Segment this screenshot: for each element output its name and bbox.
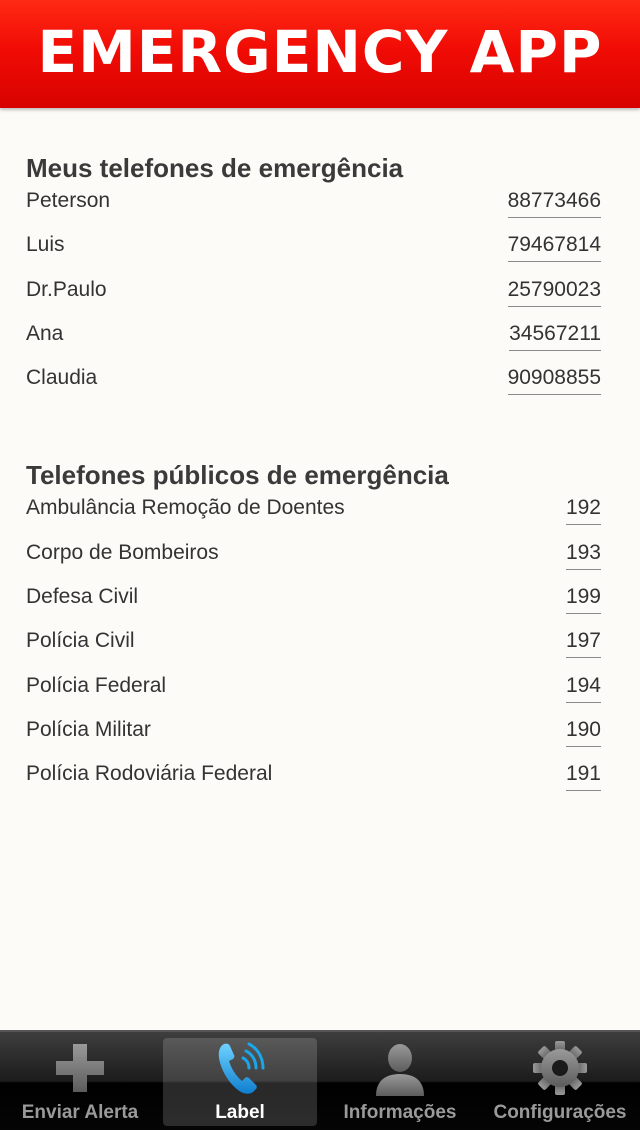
tab-label: Enviar Alerta (21, 1102, 139, 1123)
contact-number-link[interactable]: 88773466 (507, 186, 601, 218)
contact-name: Dr.Paulo (26, 277, 107, 301)
tab-bar: Enviar Alerta Label Informações Configur… (0, 1030, 640, 1130)
contact-name: Claudia (26, 366, 98, 390)
phone-lists: Meus telefones de emergência Peterson 88… (26, 150, 601, 804)
service-name: Polícia Federal (26, 673, 167, 697)
service-name: Polícia Militar (26, 717, 151, 741)
public-phones-title: Telefones públicos de emergência (26, 460, 449, 491)
tab-configuracoes[interactable]: Configurações (480, 1032, 640, 1130)
contact-name: Peterson (26, 189, 111, 212)
contact-row: Ana 34567211 (26, 319, 601, 363)
service-name: Polícia Civil (26, 629, 135, 653)
contact-row: Dr.Paulo 25790023 (26, 275, 601, 319)
contact-row: Peterson 88773466 (26, 186, 601, 230)
person-icon (370, 1038, 430, 1098)
public-service-row: Defesa Civil 199 (26, 582, 601, 626)
public-phones-list: Ambulância Remoção de Doentes 192 Corpo … (26, 493, 601, 803)
public-service-row: Polícia Civil 197 (26, 626, 601, 670)
service-name: Defesa Civil (26, 585, 139, 609)
phone-icon (210, 1038, 270, 1098)
contact-number-link[interactable]: 90908855 (507, 363, 601, 396)
tab-enviar-alerta[interactable]: Enviar Alerta (0, 1032, 160, 1130)
my-phones-list: Peterson 88773466 Luis 79467814 Dr.Paulo… (26, 186, 601, 407)
contact-name: Ana (26, 321, 64, 345)
public-service-row: Corpo de Bombeiros 193 (26, 538, 601, 582)
tab-label: Configurações (493, 1102, 627, 1123)
service-number-link[interactable]: 199 (565, 582, 601, 615)
service-name: Polícia Rodoviária Federal (26, 762, 273, 786)
tab-label: Informações (343, 1102, 457, 1123)
service-number-link[interactable]: 194 (565, 671, 601, 703)
tab-label-phone[interactable]: Label (160, 1032, 320, 1130)
app-title: EMERGENCY APP (37, 18, 603, 86)
tab-label: Label (215, 1102, 265, 1123)
plus-icon (50, 1038, 110, 1098)
contact-number-link[interactable]: 34567211 (509, 319, 601, 351)
my-phones-title: Meus telefones de emergência (26, 153, 404, 183)
public-service-row: Ambulância Remoção de Doentes 192 (26, 493, 601, 537)
public-service-row: Polícia Rodoviária Federal 191 (26, 759, 601, 803)
contact-number-link[interactable]: 25790023 (507, 275, 601, 307)
service-number-link[interactable]: 193 (565, 538, 601, 570)
contact-number-link[interactable]: 79467814 (507, 230, 601, 263)
contact-row: Luis 79467814 (26, 230, 601, 274)
service-name: Corpo de Bombeiros (26, 540, 219, 564)
service-number-link[interactable]: 190 (565, 715, 601, 747)
service-number-link[interactable]: 191 (565, 759, 601, 792)
gear-icon (530, 1038, 590, 1098)
contact-row: Claudia 90908855 (26, 363, 601, 407)
tab-informacoes[interactable]: Informações (320, 1032, 480, 1130)
service-name: Ambulância Remoção de Doentes (26, 496, 345, 520)
service-number-link[interactable]: 192 (565, 493, 601, 526)
app-header: EMERGENCY APP (0, 0, 640, 108)
contact-name: Luis (26, 233, 65, 257)
service-number-link[interactable]: 197 (565, 626, 601, 659)
public-service-row: Polícia Federal 194 (26, 671, 601, 715)
public-service-row: Polícia Militar 190 (26, 715, 601, 759)
